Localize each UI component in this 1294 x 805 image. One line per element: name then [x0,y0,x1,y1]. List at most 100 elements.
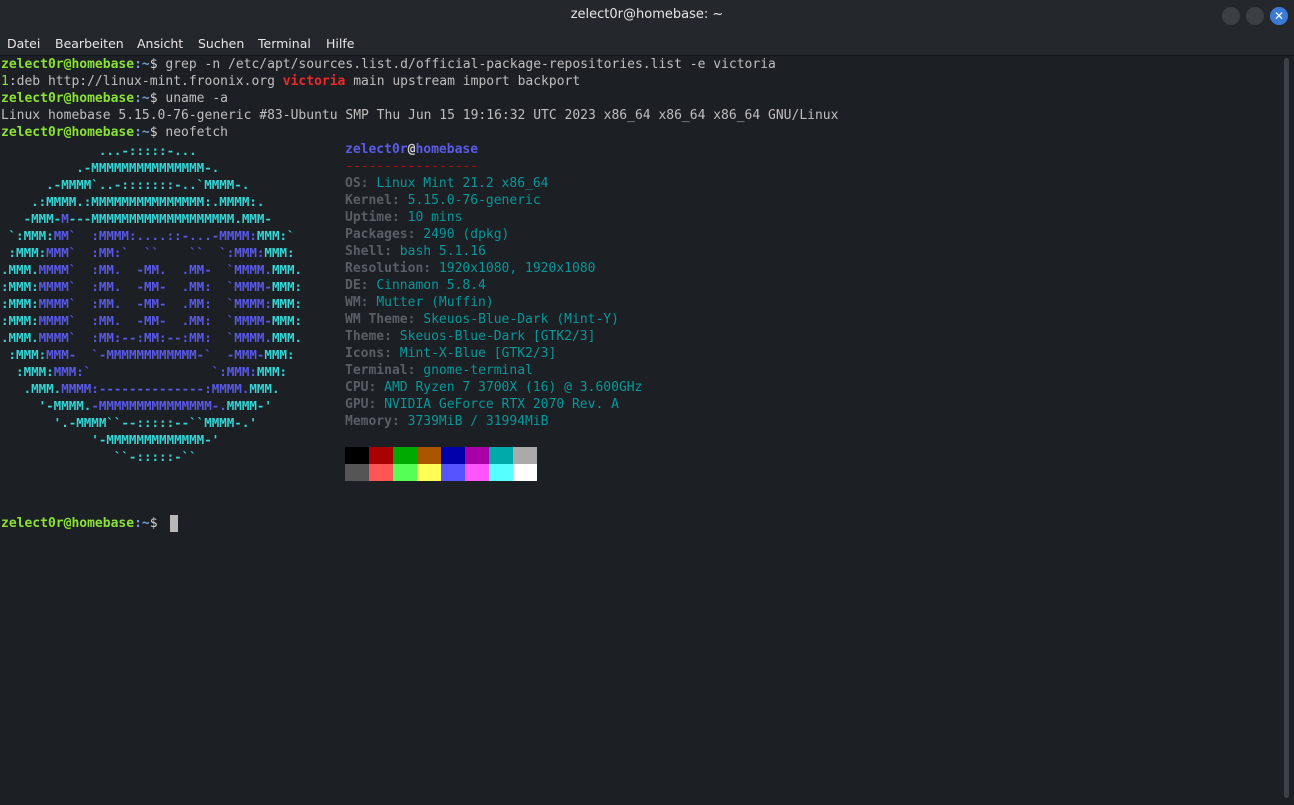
palette-swatch [369,464,393,481]
palette-swatch [393,464,417,481]
logo-segment: MMMM` :MM. -MM- .MM: `MMMM: [38,296,272,311]
prompt-path: :~ [134,125,150,140]
logo-segment: MMMM` :MM. -MM- .MM: `MMMM- [38,313,272,328]
info-row: DE: Cinnamon 5.8.4 [345,277,486,294]
info-key: Resolution [345,261,424,276]
info-key: Packages [345,227,408,242]
menu-datei[interactable]: Datei [7,36,40,51]
info-colon: : [391,193,408,208]
menu-bearbeiten[interactable]: Bearbeiten [55,36,124,51]
palette-swatch [417,464,441,481]
info-value: Cinnamon 5.8.4 [376,278,486,293]
grep-output-pre: :deb http://linux-mint.froonix.org [8,74,283,89]
info-key: WM Theme [345,312,408,327]
info-key: Terminal [345,363,408,378]
info-key: Icons [345,346,385,361]
logo-line: '.-MMMM``--:::::--``MMMM-.' [1,414,302,431]
logo-segment: MMM: [256,364,287,379]
info-colon: : [368,380,385,395]
logo-segment: MM` :MMMM:....::-...-MMMM: [53,228,257,243]
maximize-button[interactable] [1246,7,1264,25]
command-line-uname: zelect0r@homebase:~$ uname -a [1,90,228,107]
logo-line: .MMM.MMMM` :MM. -MM. .MM- `MMMM.MMM. [1,261,302,278]
palette-swatch [441,447,465,464]
info-value: 1920x1080, 1920x1080 [438,261,596,276]
menu-suchen[interactable]: Suchen [198,36,244,51]
logo-line: ...-:::::-... [1,142,302,159]
info-colon: : [423,261,439,276]
prompt-dollar: $ [149,57,158,72]
menu-hilfe[interactable]: Hilfe [326,36,354,51]
info-value: Skeuos-Blue-Dark (Mint-Y) [423,312,619,327]
info-key: Kernel [345,193,392,208]
logo-segment: '-MMMM. [1,398,92,413]
command-line-grep: zelect0r@homebase:~$ grep -n /etc/apt/so… [1,56,776,73]
logo-segment: -MMM- [1,211,62,226]
info-colon: : [384,244,400,259]
output-line-grep: 1:deb http://linux-mint.froonix.org vict… [1,73,580,90]
neofetch-separator: ----------------- [345,159,479,174]
info-row: OS: Linux Mint 21.2 x86_64 [345,175,549,192]
prompt-dollar: $ [149,125,158,140]
logo-segment: MMM: [264,245,295,260]
prompt-input[interactable] [158,516,166,531]
logo-segment: MMM- `-MMMMMMMMMMMM-` -MMM- [46,347,265,362]
info-row: WM: Mutter (Muffin) [345,294,494,311]
info-row: Theme: Skeuos-Blue-Dark [GTK2/3] [345,328,595,345]
info-value: 10 mins [407,210,463,225]
prompt-path: :~ [134,91,150,106]
minimize-button[interactable] [1222,7,1240,25]
info-value: Mint-X-Blue [GTK2/3] [399,346,557,361]
close-button[interactable]: ✕ [1270,7,1288,25]
logo-line: .MMM.MMMM` :MM:--:MM:--:MM: `MMMM.MMM. [1,329,302,346]
logo-line: :MMM:MMMM` :MM. -MM- .MM: `MMMM:MMM: [1,295,302,312]
logo-segment: `:MMM: [1,228,54,243]
mint-ascii-logo: ...-:::::-... .-MMMMMMMMMMMMMMM-. .-MMMM… [1,142,302,465]
menu-terminal[interactable]: Terminal [258,36,311,51]
neofetch-header: zelect0r@homebase [345,141,478,158]
info-row: WM Theme: Skeuos-Blue-Dark (Mint-Y) [345,311,619,328]
logo-line: .MMM.MMMM:--------------:MMMM.MMM. [1,380,302,397]
logo-line: :MMM:MMM` :MM:` `` `` `:MMM:MMM: [1,244,302,261]
logo-segment: :MMM: [1,347,47,362]
info-colon: : [407,363,424,378]
info-key: WM [345,295,361,310]
info-colon: : [407,312,424,327]
palette-swatch [513,447,537,464]
logo-line: .:MMMM.:MMMMMMMMMMMMMMM:.MMMM:. [1,193,302,210]
info-colon: : [384,329,400,344]
palette-swatch [465,464,489,481]
logo-segment: MMM: [271,313,303,328]
scrollbar-thumb[interactable] [1284,58,1289,798]
palette-swatch [465,447,489,464]
info-colon: : [384,346,400,361]
logo-segment: ``-:::::-`` [1,449,197,464]
menu-ansicht[interactable]: Ansicht [137,36,183,51]
current-prompt[interactable]: zelect0r@homebase:~$ [1,515,165,532]
header-host: homebase [415,142,479,157]
palette-swatch [417,447,441,464]
logo-segment: MMMM:--------------:MMMM. [61,381,250,396]
prompt-dollar: $ [149,91,158,106]
logo-segment: MMM: [264,347,295,362]
logo-line: :MMM:MMM- `-MMMMMMMMMMMM-` -MMM-MMM: [1,346,302,363]
logo-segment: :MMM: [1,296,39,311]
logo-segment: '.-MMMM``--:::::--``MMMM-.' [1,415,257,430]
header-user: zelect0r [345,142,408,157]
info-value: Linux Mint 21.2 x86_64 [376,176,549,191]
logo-line: ``-:::::-`` [1,448,302,465]
prompt-path: :~ [134,57,150,72]
logo-segment: .:MMMM.:MMMMMMMMMMMMMMM:.MMMM:. [1,194,265,209]
grep-output-post: main upstream import backport [345,74,581,89]
logo-segment: MMM. [249,381,280,396]
info-row: Terminal: gnome-terminal [345,362,533,379]
logo-segment: '-MMMMMMMMMMMMM-' [1,432,220,447]
info-row: Shell: bash 5.1.16 [345,243,486,260]
title-bar[interactable]: zelect0r@homebase: ~ ✕ [0,0,1294,32]
info-value: gnome-terminal [423,363,533,378]
prompt-path: :~ [134,516,150,531]
command-text: uname -a [157,91,228,106]
palette-swatch [345,464,369,481]
info-row: Kernel: 5.15.0-76-generic [345,192,541,209]
logo-segment: MMM. [271,330,303,345]
